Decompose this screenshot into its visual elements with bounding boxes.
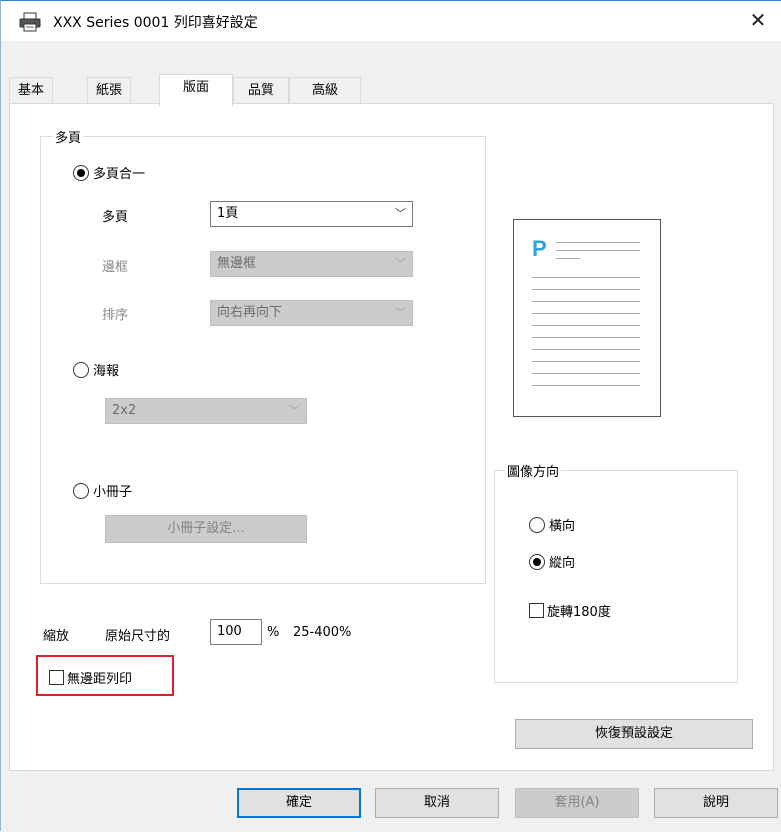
cancel-button[interactable]: 取消 bbox=[375, 788, 499, 818]
landscape-radio[interactable]: 橫向 bbox=[529, 515, 575, 534]
chevron-down-icon: ﹀ bbox=[395, 257, 406, 270]
nup-radio-label: 多頁合一 bbox=[93, 167, 146, 182]
radio-unchecked-icon bbox=[73, 361, 89, 378]
poster-radio[interactable]: 海報 bbox=[73, 360, 119, 379]
scaling-unit: % bbox=[267, 625, 280, 640]
print-preferences-window: XXX Series 0001 列印喜好設定 ✕ 基本 紙張 版面 品質 高級 … bbox=[0, 0, 781, 832]
orientation-group-title: 圖像方向 bbox=[505, 461, 562, 480]
apply-button[interactable]: 套用(A) bbox=[515, 788, 639, 818]
radio-checked-icon bbox=[73, 164, 89, 181]
rotate180-checkbox[interactable]: 旋轉180度 bbox=[529, 601, 611, 620]
tab-basic[interactable]: 基本 bbox=[9, 77, 53, 105]
poster-select[interactable]: 2x2 ﹀ bbox=[105, 398, 307, 424]
chevron-down-icon: ﹀ bbox=[289, 404, 300, 417]
borderless-label: 無邊距列印 bbox=[67, 672, 133, 687]
scaling-sublabel: 原始尺寸的 bbox=[105, 629, 171, 644]
chevron-down-icon: ﹀ bbox=[395, 306, 406, 319]
tab-paper[interactable]: 紙張 bbox=[87, 77, 131, 105]
portrait-radio[interactable]: 縱向 bbox=[529, 552, 575, 571]
page-preview: P bbox=[513, 219, 661, 417]
printer-icon bbox=[19, 12, 41, 32]
radio-checked-icon bbox=[529, 553, 545, 570]
checkbox-unchecked-icon bbox=[529, 603, 544, 618]
tab-quality[interactable]: 品質 bbox=[233, 77, 289, 105]
borderless-checkbox[interactable]: 無邊距列印 bbox=[49, 668, 132, 687]
poster-radio-label: 海報 bbox=[93, 364, 120, 379]
checkbox-unchecked-icon bbox=[49, 670, 64, 685]
close-icon: ✕ bbox=[749, 8, 767, 32]
chevron-down-icon: ﹀ bbox=[395, 207, 406, 220]
order-select[interactable]: 向右再向下 ﹀ bbox=[210, 300, 413, 326]
booklet-radio[interactable]: 小冊子 bbox=[73, 481, 132, 500]
portrait-radio-label: 縱向 bbox=[549, 556, 576, 571]
title-bar: XXX Series 0001 列印喜好設定 ✕ bbox=[1, 1, 781, 41]
border-label: 邊框 bbox=[102, 260, 129, 275]
order-select-value: 向右再向下 bbox=[217, 305, 283, 320]
booklet-settings-button[interactable]: 小冊子設定... bbox=[105, 515, 307, 543]
nup-radio[interactable]: 多頁合一 bbox=[73, 163, 145, 182]
poster-select-value: 2x2 bbox=[112, 403, 137, 418]
border-select-value: 無邊框 bbox=[217, 256, 257, 271]
restore-defaults-button[interactable]: 恢復預設設定 bbox=[515, 719, 753, 749]
close-button[interactable]: ✕ bbox=[735, 1, 781, 41]
preview-page-letter: P bbox=[532, 236, 547, 261]
window-title: XXX Series 0001 列印喜好設定 bbox=[53, 15, 258, 31]
ok-button[interactable]: 確定 bbox=[237, 788, 361, 818]
radio-unchecked-icon bbox=[529, 516, 545, 533]
booklet-radio-label: 小冊子 bbox=[93, 485, 133, 500]
scaling-range: 25-400% bbox=[293, 625, 352, 640]
pages-select-value: 1頁 bbox=[217, 206, 239, 221]
pages-label: 多頁 bbox=[102, 210, 129, 225]
radio-unchecked-icon bbox=[73, 482, 89, 499]
landscape-radio-label: 橫向 bbox=[549, 519, 576, 534]
multipage-group-title: 多頁 bbox=[53, 127, 84, 146]
order-label: 排序 bbox=[102, 308, 129, 323]
help-button[interactable]: 說明 bbox=[654, 788, 778, 818]
tab-layout[interactable]: 版面 bbox=[159, 74, 233, 106]
layout-panel: 多頁 多頁合一 多頁 1頁 ﹀ 邊框 無邊框 ﹀ 排序 向右再向下 ﹀ 海報 2… bbox=[9, 103, 774, 771]
scaling-label: 縮放 bbox=[43, 629, 70, 644]
rotate180-label: 旋轉180度 bbox=[547, 605, 611, 620]
pages-select[interactable]: 1頁 ﹀ bbox=[210, 201, 413, 227]
tab-advanced[interactable]: 高級 bbox=[289, 77, 361, 105]
scaling-input[interactable]: 100 bbox=[210, 619, 262, 645]
border-select[interactable]: 無邊框 ﹀ bbox=[210, 251, 413, 277]
orientation-group: 圖像方向 bbox=[494, 461, 738, 683]
